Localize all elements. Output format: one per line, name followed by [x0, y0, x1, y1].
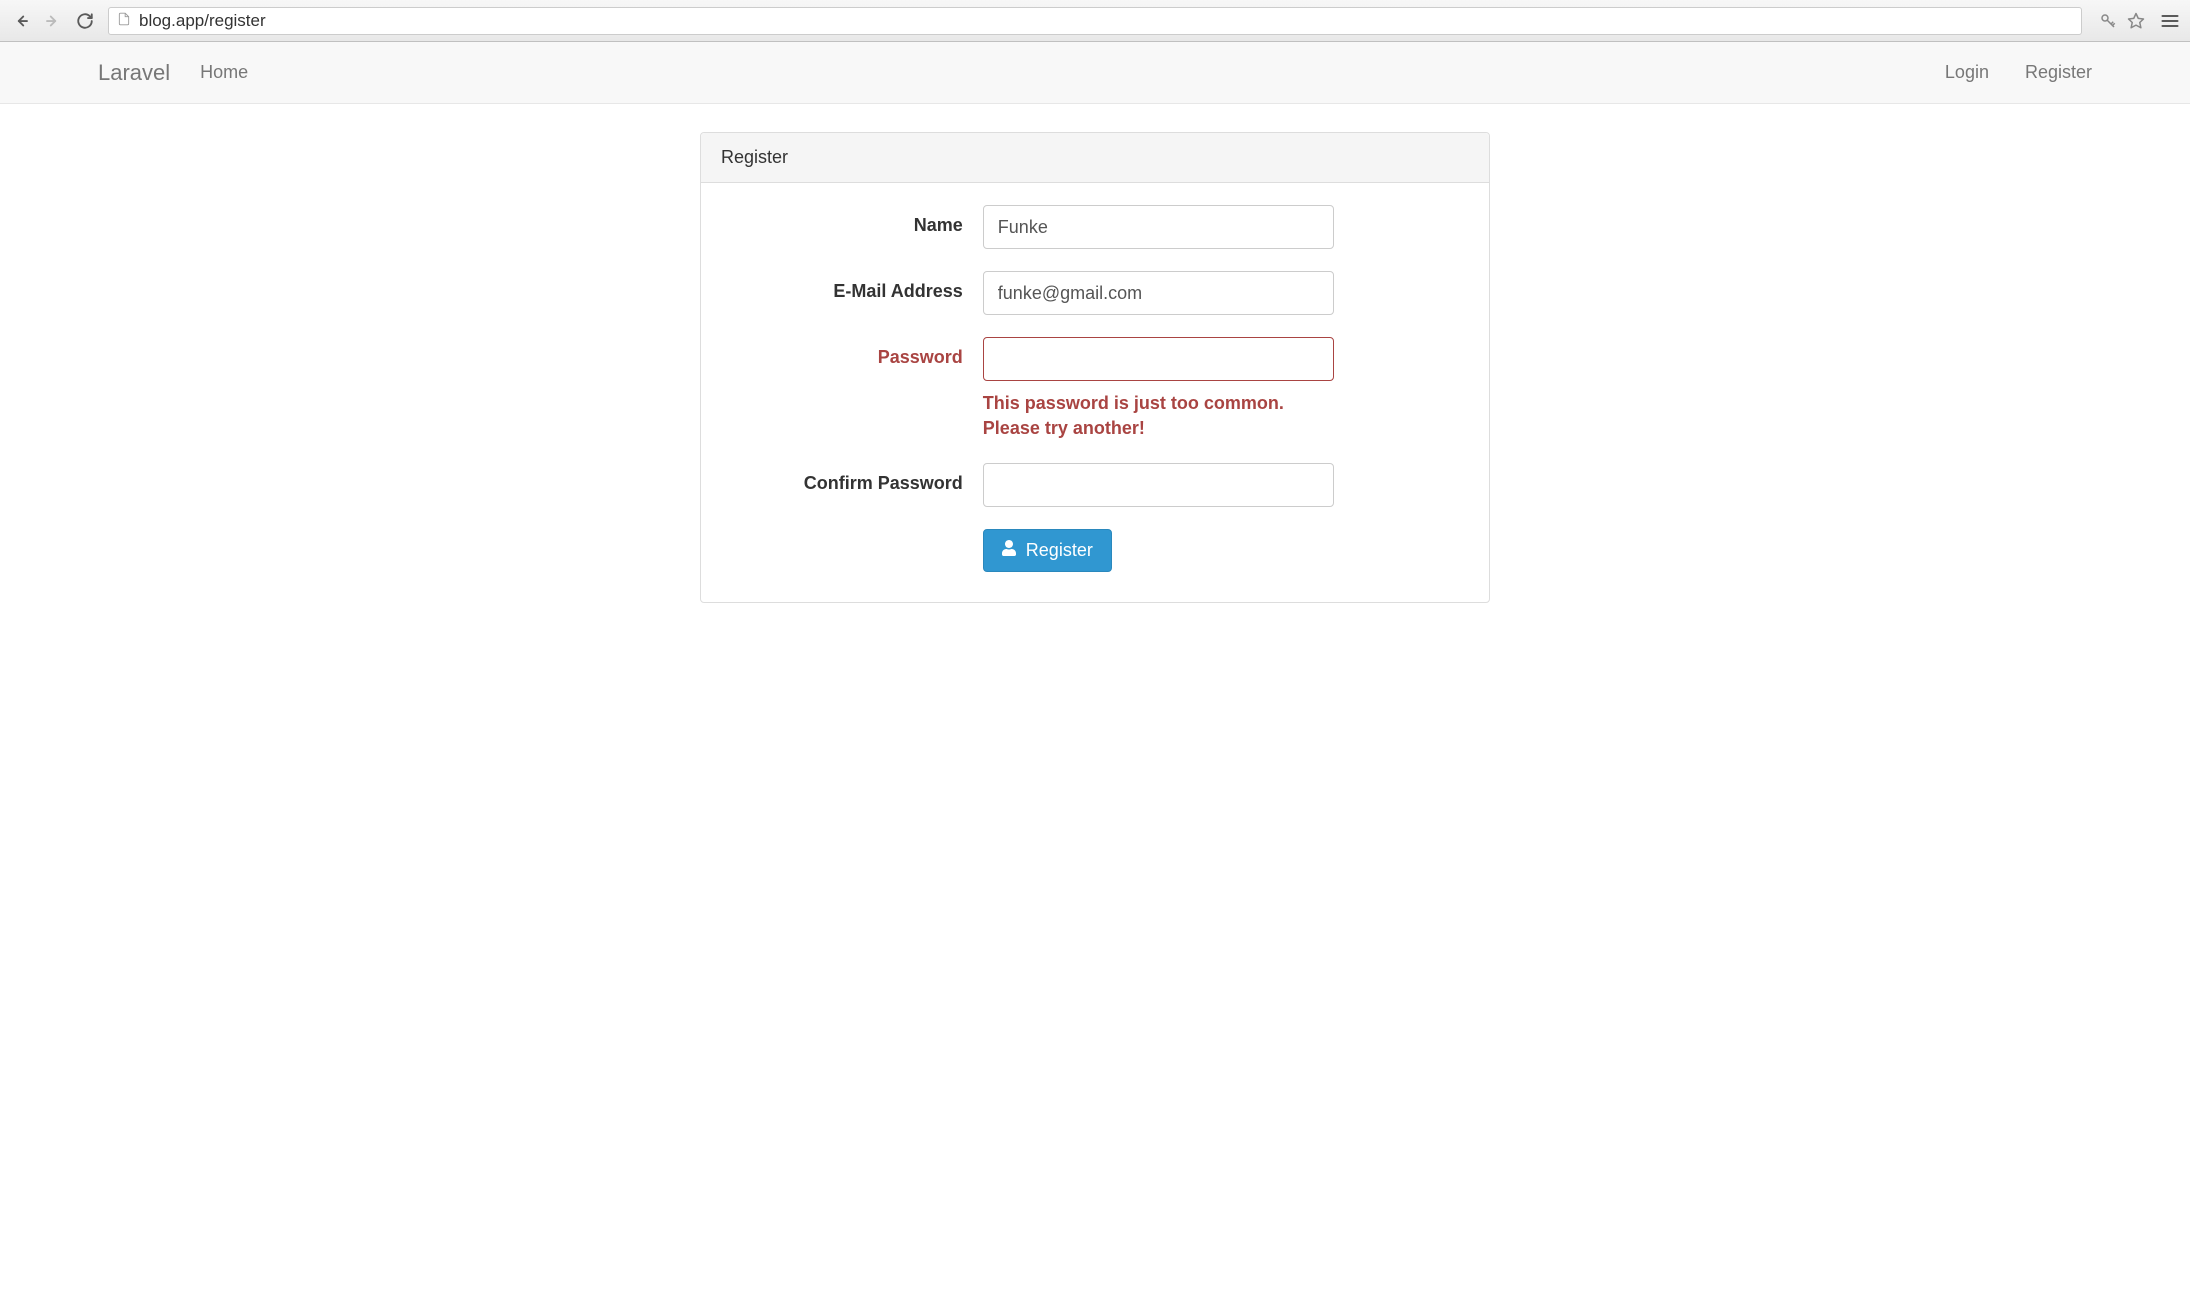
register-panel: Register Name E-Mail Address Password Th… [700, 132, 1490, 603]
browser-right-icons [2096, 9, 2182, 33]
name-label: Name [721, 205, 983, 236]
password-label: Password [721, 337, 983, 368]
key-icon[interactable] [2096, 9, 2120, 33]
navbar-brand[interactable]: Laravel [98, 60, 170, 86]
form-group-submit: Register [721, 529, 1469, 572]
panel-heading: Register [701, 133, 1489, 183]
password-input[interactable] [983, 337, 1335, 381]
password-error-message: This password is just too common. Please… [983, 391, 1335, 441]
user-icon [1002, 540, 1016, 561]
file-icon [117, 11, 131, 30]
address-bar[interactable]: blog.app/register [108, 7, 2082, 35]
reload-button[interactable] [72, 8, 98, 34]
register-button[interactable]: Register [983, 529, 1112, 572]
form-group-name: Name [721, 205, 1469, 249]
register-button-label: Register [1026, 540, 1093, 561]
hamburger-menu-icon[interactable] [2158, 9, 2182, 33]
form-group-password: Password This password is just too commo… [721, 337, 1469, 441]
nav-link-register[interactable]: Register [2025, 62, 2092, 83]
navbar-right: Login Register [1945, 62, 2092, 83]
main-container: Register Name E-Mail Address Password Th… [700, 132, 1490, 603]
confirm-password-label: Confirm Password [721, 463, 983, 494]
browser-toolbar: blog.app/register [0, 0, 2190, 42]
url-text: blog.app/register [139, 11, 266, 31]
panel-body: Name E-Mail Address Password This passwo… [701, 183, 1489, 602]
form-group-email: E-Mail Address [721, 271, 1469, 315]
form-group-confirm-password: Confirm Password [721, 463, 1469, 507]
nav-link-home[interactable]: Home [200, 62, 248, 83]
nav-link-login[interactable]: Login [1945, 62, 1989, 83]
app-navbar: Laravel Home Login Register [0, 42, 2190, 104]
confirm-password-input[interactable] [983, 463, 1335, 507]
name-input[interactable] [983, 205, 1335, 249]
star-icon[interactable] [2124, 9, 2148, 33]
forward-button[interactable] [40, 8, 66, 34]
back-button[interactable] [8, 8, 34, 34]
navbar-left: Laravel Home [98, 60, 248, 86]
email-label: E-Mail Address [721, 271, 983, 302]
email-input[interactable] [983, 271, 1335, 315]
